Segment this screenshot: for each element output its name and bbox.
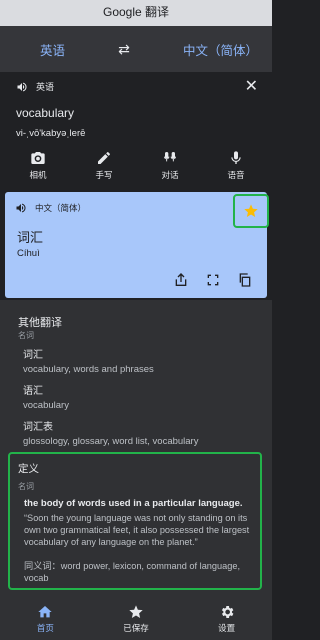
list-item[interactable]: 词汇表 glossology, glossary, word list, voc… <box>23 418 263 447</box>
copy-icon[interactable] <box>237 272 253 288</box>
result-language-label: 中文（简体） <box>35 203 87 213</box>
source-header: 英语 <box>16 80 54 93</box>
translation-card: 中文（简体） 词汇 Cíhuì <box>5 192 269 298</box>
tool-conversation[interactable]: 对话 <box>152 150 188 181</box>
tool-label: 相机 <box>29 170 47 180</box>
alt-translation-word: 词汇表 <box>23 422 53 433</box>
source-panel: 英语 ✕ vocabulary vi-ˌvō'kabyəˌlerē 相机 手写 … <box>0 72 272 188</box>
other-translations-title: 其他翻译 <box>18 317 62 329</box>
nav-settings[interactable]: 设置 <box>197 604 257 634</box>
tool-label: 手写 <box>95 170 113 180</box>
tool-label: 对话 <box>161 170 179 180</box>
source-language-button[interactable]: 英语 <box>40 40 65 59</box>
share-icon[interactable] <box>173 272 189 288</box>
source-language-label: 英语 <box>36 82 55 92</box>
nav-label: 已保存 <box>123 623 149 633</box>
part-of-speech: 名词 <box>18 482 34 491</box>
input-tools: 相机 手写 对话 语音 <box>0 150 272 181</box>
alt-translation-synonyms: glossology, glossary, word list, vocabul… <box>23 436 199 447</box>
tool-label: 语音 <box>227 170 245 180</box>
list-item[interactable]: 语汇 vocabulary <box>23 382 263 411</box>
swap-languages-button[interactable]: ⇄ <box>118 41 130 58</box>
tool-voice[interactable]: 语音 <box>218 150 254 181</box>
definition-section: 定义 名词 the body of words used in a partic… <box>8 452 262 590</box>
gear-icon <box>221 606 234 618</box>
fullscreen-icon[interactable] <box>205 272 221 288</box>
definition-example: “Soon the young language was not only st… <box>24 513 250 547</box>
alt-translation-synonyms: vocabulary <box>23 400 69 411</box>
definition-meaning: the body of words used in a particular l… <box>24 498 243 509</box>
translation-pinyin: Cíhuì <box>17 248 40 259</box>
details-panel: 其他翻译 名词 词汇 vocabulary, words and phrases… <box>0 300 272 598</box>
pen-icon <box>98 152 110 164</box>
close-icon[interactable]: ✕ <box>245 76 258 96</box>
nav-home[interactable]: 首页 <box>15 604 75 634</box>
home-icon <box>38 606 52 618</box>
definition-title: 定义 <box>18 463 39 475</box>
camera-icon <box>31 152 45 164</box>
source-phonetic: vi-ˌvō'kabyəˌlerē <box>16 128 86 139</box>
star-icon <box>129 605 143 618</box>
definition-synonyms: 同义词：word power, lexicon, command of lang… <box>24 561 241 583</box>
bottom-navigation: 首页 已保存 设置 <box>0 598 272 640</box>
save-star-button[interactable] <box>233 194 269 228</box>
nav-saved[interactable]: 已保存 <box>106 604 166 634</box>
tool-handwriting[interactable]: 手写 <box>86 150 122 181</box>
speaker-icon[interactable] <box>15 202 27 214</box>
list-item[interactable]: 词汇 vocabulary, words and phrases <box>23 346 263 375</box>
star-icon <box>244 204 258 217</box>
alt-translation-synonyms: vocabulary, words and phrases <box>23 364 154 375</box>
conversation-mic-icon <box>164 152 176 162</box>
result-header: 中文（简体） <box>15 202 86 214</box>
alt-translation-word: 词汇 <box>23 350 43 361</box>
nav-label: 首页 <box>36 623 54 633</box>
mic-icon <box>231 151 241 164</box>
part-of-speech: 名词 <box>18 331 34 340</box>
speaker-icon[interactable] <box>16 81 28 93</box>
result-actions <box>173 272 253 288</box>
translation-text: 词汇 <box>17 230 44 245</box>
source-text[interactable]: vocabulary <box>16 106 74 120</box>
nav-label: 设置 <box>218 623 236 633</box>
language-bar: 英语 ⇄ 中文（简体） <box>0 26 272 72</box>
app-title: Google 翻译 <box>0 0 272 26</box>
tool-camera[interactable]: 相机 <box>20 150 56 181</box>
alt-translation-word: 语汇 <box>23 386 43 397</box>
swap-arrows-icon: ⇄ <box>118 40 130 57</box>
target-language-button[interactable]: 中文（简体） <box>183 40 258 59</box>
